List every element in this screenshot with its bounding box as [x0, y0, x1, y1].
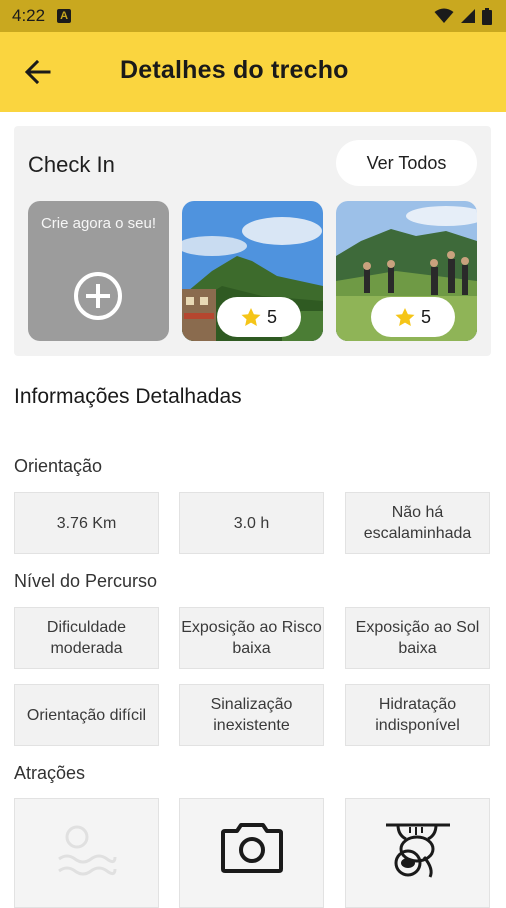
distance-info: 3.76 Km	[14, 492, 159, 554]
create-checkin-button[interactable]: Crie agora o seu!	[28, 201, 169, 341]
sloth-icon	[386, 823, 450, 878]
back-button[interactable]	[18, 54, 58, 90]
orientation-title: Orientação	[14, 456, 103, 476]
difficulty-info: Dificuldade moderada	[14, 607, 159, 669]
rating-badge: 5	[371, 297, 455, 337]
signage-info: Sinalização inexistente	[179, 684, 324, 746]
checkin-photo[interactable]: 5	[182, 201, 323, 341]
water-icon	[58, 825, 117, 876]
checkin-title: Check In	[28, 152, 115, 177]
duration-info: 3.0 h	[179, 492, 324, 554]
attraction-item	[14, 798, 159, 908]
orientation-level-info: Orientação difícil	[14, 684, 159, 746]
attraction-item	[179, 798, 324, 908]
status-time: 4:22	[12, 6, 46, 25]
rating-value: 5	[266, 306, 277, 327]
attraction-item	[345, 798, 490, 908]
camera-icon	[221, 823, 283, 873]
battery-icon	[482, 7, 492, 25]
notification-icon: A	[57, 9, 72, 23]
checkin-photo[interactable]: 5	[336, 201, 477, 341]
details-title: Informações Detalhadas	[14, 385, 242, 408]
see-all-button[interactable]: Ver Todos	[336, 140, 477, 186]
scramble-info: Não há escalaminhada	[345, 492, 490, 554]
rating-badge: 5	[217, 297, 301, 337]
hydration-info: Hidratação indisponível	[345, 684, 490, 746]
signal-icon	[461, 9, 475, 23]
status-bar: 4:22 A	[0, 0, 506, 32]
app-bar: Detalhes do trecho	[0, 32, 506, 112]
checkin-card: Check In Ver Todos Crie agora o seu! 5 5	[14, 126, 491, 356]
level-title: Nível do Percurso	[14, 571, 158, 591]
attractions-title: Atrações	[14, 763, 86, 783]
sun-exposure-info: Exposição ao Sol baixa	[345, 607, 490, 669]
risk-exposure-info: Exposição ao Risco baixa	[179, 607, 324, 669]
star-icon	[241, 307, 261, 326]
wifi-icon	[434, 8, 454, 23]
add-circle-icon	[74, 272, 122, 320]
rating-value: 5	[420, 306, 431, 327]
page-title: Detalhes do trecho	[120, 56, 349, 84]
arrow-back-icon	[25, 60, 51, 84]
create-checkin-label: Crie agora o seu!	[40, 215, 157, 232]
star-icon	[395, 307, 415, 326]
